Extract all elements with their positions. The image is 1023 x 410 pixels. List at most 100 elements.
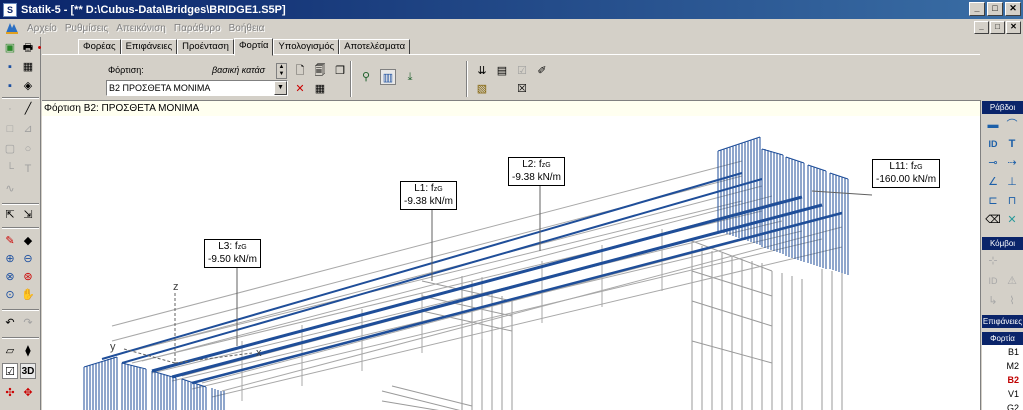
menu-window[interactable]: Παράθυρο [170, 23, 225, 34]
undo-icon[interactable]: ↶ [2, 315, 18, 331]
load-settings-icon[interactable]: ☒ [514, 81, 530, 97]
menu-settings[interactable]: Ρυθμίσεις [61, 23, 112, 34]
rod-release-icon[interactable]: ⊏ [985, 194, 1001, 208]
doc-minimize-button[interactable]: _ [974, 21, 989, 34]
load-display-icon[interactable]: ▥ [380, 69, 396, 85]
node-id-icon[interactable]: ID [985, 274, 1001, 288]
copy-load-icon[interactable]: ❐ [332, 63, 348, 79]
doc-restore-button[interactable]: □ [990, 21, 1005, 34]
load-down-icon[interactable]: ⤓ [402, 69, 418, 85]
load-label-l1[interactable]: L1: fzG -9.38 kN/m [400, 181, 457, 210]
save-icon[interactable]: ▪ [2, 59, 18, 75]
list-item-selected[interactable]: B2 [982, 373, 1023, 387]
rod-eraser-icon[interactable]: ⌫ [985, 213, 1001, 227]
3d-viewport[interactable]: Φόρτιση B2: ΠΡΟΣΘΕΤΑ ΜΟΝΙΜΑ z y x L3: fz… [42, 100, 980, 410]
rods-section-header[interactable]: Ράβδοι [982, 101, 1023, 114]
menu-help[interactable]: Βοήθεια [225, 23, 269, 34]
rect-tool-icon[interactable]: □ [2, 121, 18, 137]
rod-arrow-icon[interactable]: ⇢ [1004, 156, 1020, 170]
edit-load-icon[interactable]: ✐ [534, 63, 550, 79]
rod-support-icon[interactable]: ⊥ [1004, 175, 1020, 189]
list-item[interactable]: M2 [982, 359, 1023, 373]
tab-results[interactable]: Αποτελέσματα [339, 39, 411, 55]
grid-icon[interactable]: ▦ [20, 59, 36, 75]
document-logo-icon[interactable] [4, 21, 20, 35]
tab-prestress[interactable]: Προένταση [177, 39, 234, 55]
minimize-button[interactable]: _ [969, 2, 985, 16]
line-tool-icon[interactable]: ╱ [20, 101, 36, 117]
point-load-icon[interactable]: ⇊ [474, 63, 490, 79]
tab-surfaces[interactable]: Επιφάνειες [120, 39, 178, 55]
rod-hinge-icon[interactable]: ⊓ [1004, 194, 1020, 208]
chevron-down-icon[interactable]: ▼ [274, 81, 287, 95]
zoom-previous-icon[interactable]: ⊙ [2, 287, 18, 303]
rod-angle-icon[interactable]: ∠ [985, 175, 1001, 189]
new-load-case-icon[interactable]: 🗐 [312, 63, 328, 79]
maximize-button[interactable]: □ [987, 2, 1003, 16]
tab-structure[interactable]: Φορέας [78, 39, 121, 55]
zoom-window-icon[interactable]: ⊗ [2, 269, 18, 285]
list-item[interactable]: G2 [982, 401, 1023, 410]
zoom-all-icon[interactable]: ⊛ [20, 269, 36, 285]
polygon-tool-icon[interactable]: ⊿ [20, 121, 36, 137]
beam-icon[interactable]: ▬ [985, 118, 1001, 132]
plane-view-icon[interactable]: ▱ [2, 343, 18, 359]
square-tool-icon[interactable]: ▢ [2, 141, 18, 157]
node-point-icon[interactable]: ⊹ [985, 254, 1001, 268]
pencil-icon[interactable]: ✎ [2, 233, 18, 249]
load-table-icon[interactable]: ▦ [312, 81, 328, 97]
list-item[interactable]: B1 [982, 345, 1023, 359]
orbit-icon[interactable]: ✥ [20, 385, 36, 401]
menu-file[interactable]: Αρχείο [23, 23, 61, 34]
load-list-icon[interactable]: ▤ [494, 63, 510, 79]
menu-view[interactable]: Απεικόνιση [112, 23, 170, 34]
rotate-icon[interactable]: ✣ [2, 385, 18, 401]
delete-load-icon[interactable]: ✕ [292, 81, 308, 97]
3d-view-button[interactable]: 3D [20, 363, 36, 379]
curved-beam-icon[interactable]: ⌒ [1004, 118, 1020, 132]
title-bar[interactable]: S Statik-5 - [** D:\Cubus-Data\Bridges\B… [0, 0, 1023, 19]
text-tool-icon[interactable]: T [20, 161, 36, 177]
fill-icon[interactable]: ◆ [20, 233, 36, 249]
select-icon[interactable]: ⇱ [2, 207, 18, 223]
node-spring-icon[interactable]: ⌇ [1004, 294, 1020, 308]
zoom-out-icon[interactable]: ⊖ [20, 251, 36, 267]
surfaces-section-header[interactable]: Επιφάνειες [982, 315, 1023, 328]
loads-section-header[interactable]: Φορτία [982, 332, 1023, 345]
check-load-icon[interactable]: ☑ [514, 63, 530, 79]
redo-icon[interactable]: ↷ [20, 315, 36, 331]
pan-hand-icon[interactable]: ✋ [20, 287, 36, 303]
load-label-l11[interactable]: L11: fzG -160.00 kN/m [872, 159, 941, 188]
save-as-icon[interactable]: ▪ [2, 78, 18, 94]
load-label-l2[interactable]: L2: fzG -9.38 kN/m [508, 157, 565, 186]
load-case-spinner[interactable]: ▲ ▼ [276, 63, 287, 79]
point-icon[interactable]: · [2, 101, 18, 117]
elevation-view-icon[interactable]: ⧫ [20, 343, 36, 359]
rod-node-icon[interactable]: ⊸ [985, 156, 1001, 170]
load-case-select[interactable]: B2 ΠΡΟΣΘΕΤΑ ΜΟΝΙΜΑ ▼ [106, 80, 288, 96]
print-icon[interactable]: 🖶 [20, 40, 36, 56]
deselect-icon[interactable]: ⇲ [20, 207, 36, 223]
node-coord-icon[interactable]: ↳ [985, 294, 1001, 308]
tab-calculation[interactable]: Υπολογισμός [273, 39, 340, 55]
corner-tool-icon[interactable]: └ [2, 161, 18, 177]
nodes-section-header[interactable]: Κόμβοι [982, 237, 1023, 250]
load-label-l3[interactable]: L3: fzG -9.50 kN/m [204, 239, 261, 268]
zoom-in-icon[interactable]: ⊕ [2, 251, 18, 267]
rod-id-icon[interactable]: ID [985, 137, 1001, 151]
rod-delete-icon[interactable]: ✕ [1004, 213, 1020, 227]
open-folder-icon[interactable]: ▣ [2, 40, 18, 56]
display-options-icon[interactable]: ☑ [2, 363, 18, 379]
gamma-factor-icon[interactable]: ⚲ [358, 69, 374, 85]
layers-icon[interactable]: ◈ [20, 78, 36, 94]
node-support-icon[interactable]: ⚠ [1004, 274, 1020, 288]
new-load-icon[interactable]: 🗋 [292, 63, 308, 79]
circle-tool-icon[interactable]: ○ [20, 141, 36, 157]
load-report-icon[interactable]: ▧ [474, 81, 490, 97]
tab-loads[interactable]: Φορτία [233, 38, 274, 56]
curve-tool-icon[interactable]: ∿ [2, 181, 18, 197]
list-item[interactable]: V1 [982, 387, 1023, 401]
doc-close-button[interactable]: ✕ [1006, 21, 1021, 34]
close-button[interactable]: ✕ [1005, 2, 1021, 16]
section-t-icon[interactable]: T [1004, 137, 1020, 151]
